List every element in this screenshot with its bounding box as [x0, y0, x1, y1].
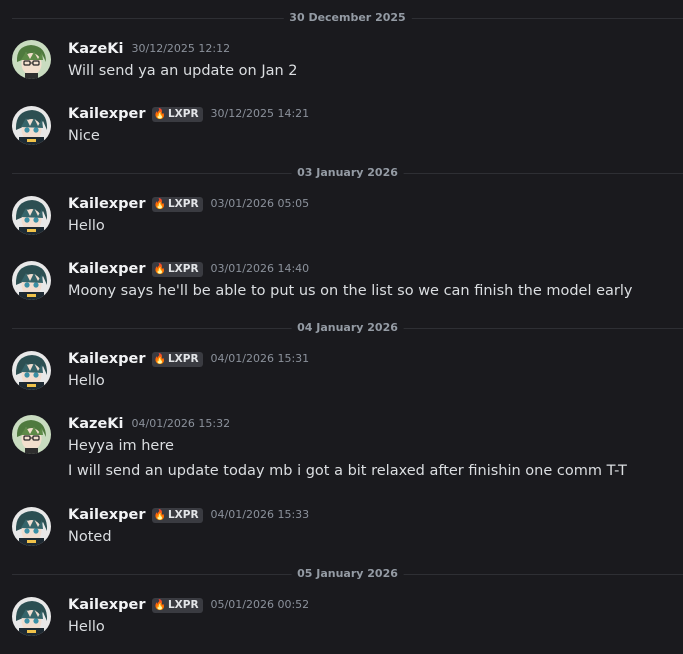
user-badge[interactable]: 🔥 LXPR — [151, 597, 203, 613]
username[interactable]: Kailexper — [68, 350, 146, 368]
timestamp[interactable]: 03/01/2026 14:40 — [211, 260, 310, 278]
fire-icon: 🔥 — [153, 108, 166, 120]
user-badge[interactable]: 🔥 LXPR — [151, 261, 203, 277]
badge-label: LXPR — [167, 262, 199, 275]
message-text: Hello — [68, 619, 105, 635]
timestamp[interactable]: 30/12/2025 12:12 — [132, 40, 231, 58]
message-text: Hello — [68, 373, 105, 389]
message-text: Will send ya an update on Jan 2 — [68, 63, 298, 79]
date-divider: 04 January 2026 — [12, 321, 683, 335]
message-header: Kailexper 🔥 LXPR 04/01/2026 15:31 — [68, 350, 309, 368]
username[interactable]: Kailexper — [68, 260, 146, 278]
avatar-kailexper[interactable] — [12, 196, 51, 235]
fire-icon: 🔥 — [153, 353, 166, 365]
date-divider-label: 30 December 2025 — [283, 11, 412, 25]
message-header: KazeKi 30/12/2025 12:12 — [68, 40, 230, 58]
message-header: Kailexper 🔥 LXPR 30/12/2025 14:21 — [68, 105, 309, 123]
message-header: KazeKi 04/01/2026 15:32 — [68, 415, 230, 433]
avatar-kailexper[interactable] — [12, 507, 51, 546]
message-text: Nice — [68, 128, 100, 144]
user-badge[interactable]: 🔥 LXPR — [151, 106, 203, 122]
timestamp[interactable]: 04/01/2026 15:32 — [132, 415, 231, 433]
username[interactable]: KazeKi — [68, 40, 124, 58]
date-divider-label: 05 January 2026 — [291, 567, 404, 581]
username[interactable]: Kailexper — [68, 105, 146, 123]
message-text: Moony says he'll be able to put us on th… — [68, 283, 633, 299]
timestamp[interactable]: 30/12/2025 14:21 — [211, 105, 310, 123]
message-header: Kailexper 🔥 LXPR 05/01/2026 00:52 — [68, 596, 309, 614]
avatar-kailexper[interactable] — [12, 351, 51, 390]
date-divider-label: 04 January 2026 — [291, 321, 404, 335]
badge-label: LXPR — [167, 508, 199, 521]
timestamp[interactable]: 04/01/2026 15:33 — [211, 506, 310, 524]
badge-label: LXPR — [167, 352, 199, 365]
avatar-kailexper[interactable] — [12, 261, 51, 300]
avatar-kailexper[interactable] — [12, 597, 51, 636]
avatar-kailexper[interactable] — [12, 106, 51, 145]
message-header: Kailexper 🔥 LXPR 04/01/2026 15:33 — [68, 506, 309, 524]
date-divider: 05 January 2026 — [12, 567, 683, 581]
message-header: Kailexper 🔥 LXPR 03/01/2026 14:40 — [68, 260, 309, 278]
user-badge[interactable]: 🔥 LXPR — [151, 196, 203, 212]
avatar-kazeki[interactable] — [12, 40, 51, 79]
badge-label: LXPR — [167, 107, 199, 120]
username[interactable]: Kailexper — [68, 596, 146, 614]
message-header: Kailexper 🔥 LXPR 03/01/2026 05:05 — [68, 195, 309, 213]
timestamp[interactable]: 05/01/2026 00:52 — [211, 596, 310, 614]
fire-icon: 🔥 — [153, 599, 166, 611]
avatar-kazeki[interactable] — [12, 415, 51, 454]
message-text: Noted — [68, 529, 112, 545]
fire-icon: 🔥 — [153, 263, 166, 275]
chat-log: 30 December 2025 KazeKi 30/12/2025 12:12… — [0, 0, 683, 654]
username[interactable]: Kailexper — [68, 195, 146, 213]
fire-icon: 🔥 — [153, 509, 166, 521]
username[interactable]: Kailexper — [68, 506, 146, 524]
message-text: Hello — [68, 218, 105, 234]
badge-label: LXPR — [167, 197, 199, 210]
date-divider-label: 03 January 2026 — [291, 166, 404, 180]
timestamp[interactable]: 04/01/2026 15:31 — [211, 350, 310, 368]
user-badge[interactable]: 🔥 LXPR — [151, 507, 203, 523]
message-text: Heyya im here — [68, 438, 174, 454]
date-divider: 30 December 2025 — [12, 11, 683, 25]
username[interactable]: KazeKi — [68, 415, 124, 433]
timestamp[interactable]: 03/01/2026 05:05 — [211, 195, 310, 213]
fire-icon: 🔥 — [153, 198, 166, 210]
badge-label: LXPR — [167, 598, 199, 611]
message-text: I will send an update today mb i got a b… — [68, 463, 627, 479]
date-divider: 03 January 2026 — [12, 166, 683, 180]
user-badge[interactable]: 🔥 LXPR — [151, 351, 203, 367]
